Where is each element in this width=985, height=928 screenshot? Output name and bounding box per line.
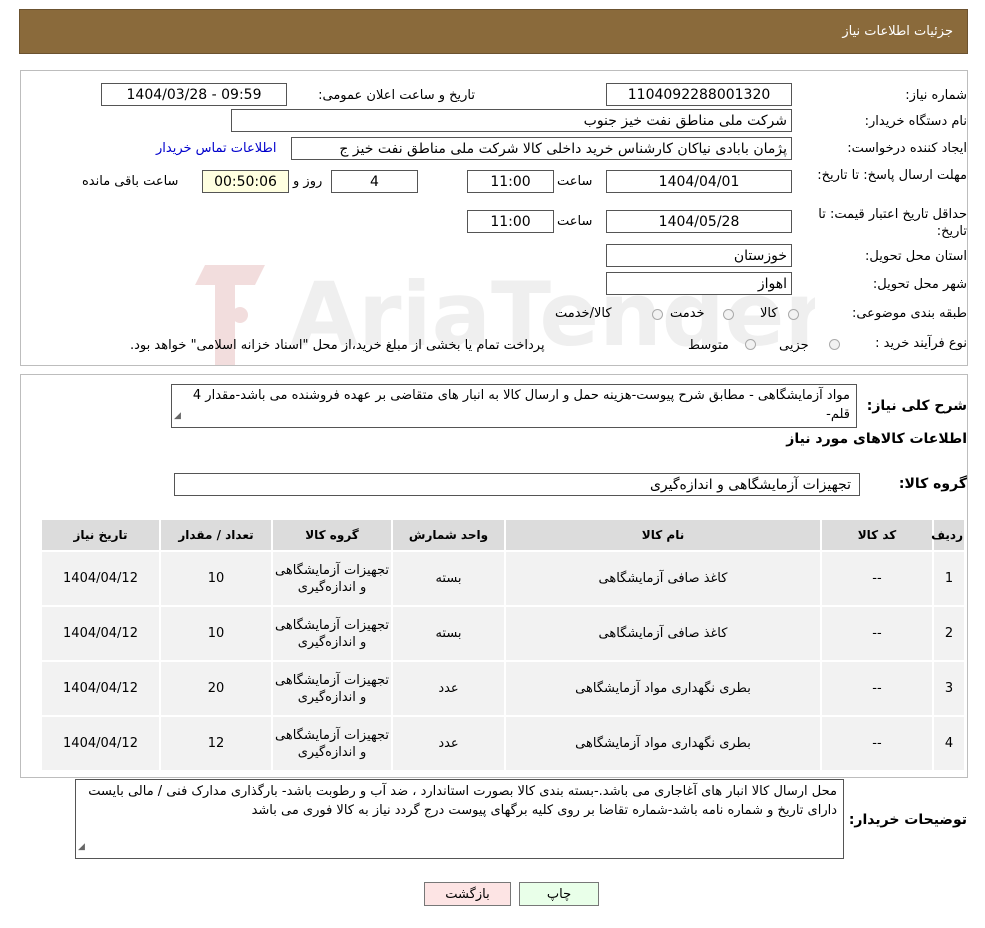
cell-qty: 20 (159, 660, 273, 717)
cell-row-number: 4 (932, 715, 966, 772)
cell-row-number: 1 (932, 550, 966, 607)
cell-group: تجهیزات آزمایشگاهی و اندازه‌گیری (271, 715, 393, 772)
notes-text: محل ارسال کالا انبار های آغاجاری می باشد… (75, 779, 844, 859)
announce-label: تاریخ و ساعت اعلان عمومی: (318, 88, 475, 103)
print-button[interactable]: چاپ (519, 882, 599, 906)
buyer-label: نام دستگاه خریدار: (864, 114, 967, 129)
creator-label: ایجاد کننده درخواست: (847, 141, 967, 156)
deadline-time-field: 11:00 (467, 170, 554, 193)
validity-time-field: 11:00 (467, 210, 554, 233)
cell-unit: بسته (391, 550, 506, 607)
notes-text-value: محل ارسال کالا انبار های آغاجاری می باشد… (88, 784, 837, 818)
cell-qty: 12 (159, 715, 273, 772)
need-number-label: شماره نیاز: (905, 88, 967, 103)
cell-unit: عدد (391, 715, 506, 772)
table-row: 3 -- بطری نگهداری مواد آزمایشگاهی عدد تج… (40, 660, 966, 717)
validity-date-field: 1404/05/28 (606, 210, 792, 233)
col-header-unit: واحد شمارش (391, 518, 506, 552)
cell-code: -- (820, 550, 934, 607)
province-label: استان محل تحویل: (865, 249, 967, 264)
table-row: 1 -- کاغذ صافی آزمایشگاهی بسته تجهیزات آ… (40, 550, 966, 607)
category-option-goods-service: کالا/خدمت (555, 306, 612, 321)
validity-time-label: ساعت (557, 214, 593, 229)
cell-code: -- (820, 715, 934, 772)
notes-label: توضیحات خریدار: (848, 812, 967, 828)
col-header-qty: تعداد / مقدار (159, 518, 273, 552)
need-number-field: 1104092288001320 (606, 83, 792, 106)
process-option-medium: متوسط (688, 338, 729, 353)
table-header-row: ردیف کد کالا نام کالا واحد شمارش گروه کا… (40, 518, 966, 552)
cell-date: 1404/04/12 (40, 715, 161, 772)
category-radio-service[interactable] (723, 309, 734, 320)
col-header-name: نام کالا (504, 518, 822, 552)
announce-field: 1404/03/28 - 09:59 (101, 83, 287, 106)
cell-code: -- (820, 660, 934, 717)
province-field: خوزستان (606, 244, 792, 267)
process-radio-medium[interactable] (745, 339, 756, 350)
deadline-label: مهلت ارسال پاسخ: تا تاریخ: (817, 168, 967, 183)
process-label: نوع فرآیند خرید : (875, 336, 967, 351)
deadline-time-label: ساعت (557, 174, 593, 189)
col-header-code: کد کالا (820, 518, 934, 552)
cell-date: 1404/04/12 (40, 605, 161, 662)
cell-row-number: 2 (932, 605, 966, 662)
category-option-service: خدمت (670, 306, 705, 321)
summary-label: شرح کلی نیاز: (866, 398, 967, 414)
cell-row-number: 3 (932, 660, 966, 717)
cell-date: 1404/04/12 (40, 660, 161, 717)
summary-text-value: مواد آزمایشگاهی - مطابق شرح پیوست-هزینه … (192, 388, 850, 422)
cell-group: تجهیزات آزمایشگاهی و اندازه‌گیری (271, 550, 393, 607)
table-row: 4 -- بطری نگهداری مواد آزمایشگاهی عدد تج… (40, 715, 966, 772)
validity-label: حداقل تاریخ اعتبار قیمت: تا تاریخ: (818, 207, 967, 239)
cell-name: بطری نگهداری مواد آزمایشگاهی (504, 660, 822, 717)
summary-text: مواد آزمایشگاهی - مطابق شرح پیوست-هزینه … (171, 384, 857, 428)
cell-group: تجهیزات آزمایشگاهی و اندازه‌گیری (271, 660, 393, 717)
buyer-field: شرکت ملی مناطق نفت خیز جنوب (231, 109, 792, 132)
days-field: 4 (331, 170, 418, 193)
city-label: شهر محل تحویل: (872, 277, 967, 292)
category-radio-goods[interactable] (788, 309, 799, 320)
cell-date: 1404/04/12 (40, 550, 161, 607)
table-row: 2 -- کاغذ صافی آزمایشگاهی بسته تجهیزات آ… (40, 605, 966, 662)
resize-handle-icon[interactable]: ◢ (78, 838, 85, 857)
process-option-minor: جزیی (779, 338, 809, 353)
deadline-date-field: 1404/04/01 (606, 170, 792, 193)
cell-unit: بسته (391, 605, 506, 662)
category-option-goods: کالا (760, 306, 778, 321)
resize-handle-icon[interactable]: ◢ (174, 407, 181, 426)
process-radio-minor[interactable] (829, 339, 840, 350)
announce-value: 1404/03/28 - 09:59 (126, 86, 262, 103)
items-section-title: اطلاعات کالاهای مورد نیاز (786, 431, 967, 447)
group-field: تجهیزات آزمایشگاهی و اندازه‌گیری (174, 473, 860, 496)
back-button[interactable]: بازگشت (424, 882, 511, 906)
cell-code: -- (820, 605, 934, 662)
cell-name: کاغذ صافی آزمایشگاهی (504, 605, 822, 662)
process-note: پرداخت تمام یا بخشی از مبلغ خرید،از محل … (130, 338, 545, 353)
group-label: گروه کالا: (898, 476, 967, 492)
cell-name: بطری نگهداری مواد آزمایشگاهی (504, 715, 822, 772)
page-header: جزئیات اطلاعات نیاز (19, 9, 968, 54)
col-header-group: گروه کالا (271, 518, 393, 552)
days-label: روز و (293, 174, 323, 189)
remaining-time-field: 00:50:06 (202, 170, 289, 193)
cell-qty: 10 (159, 605, 273, 662)
cell-group: تجهیزات آزمایشگاهی و اندازه‌گیری (271, 605, 393, 662)
cell-qty: 10 (159, 550, 273, 607)
items-table: ردیف کد کالا نام کالا واحد شمارش گروه کا… (40, 518, 966, 772)
page-title: جزئیات اطلاعات نیاز (842, 24, 953, 39)
remaining-label: ساعت باقی مانده (82, 174, 179, 189)
category-label: طبقه بندی موضوعی: (851, 306, 967, 321)
cell-name: کاغذ صافی آزمایشگاهی (504, 550, 822, 607)
creator-field: پژمان بابادی نیاکان کارشناس خرید داخلی ک… (291, 137, 792, 160)
city-field: اهواز (606, 272, 792, 295)
col-header-date: تاریخ نیاز (40, 518, 161, 552)
buyer-contact-link[interactable]: اطلاعات تماس خریدار (156, 141, 276, 156)
col-header-row-number: ردیف (931, 518, 966, 552)
category-radio-goods-service[interactable] (652, 309, 663, 320)
cell-unit: عدد (391, 660, 506, 717)
